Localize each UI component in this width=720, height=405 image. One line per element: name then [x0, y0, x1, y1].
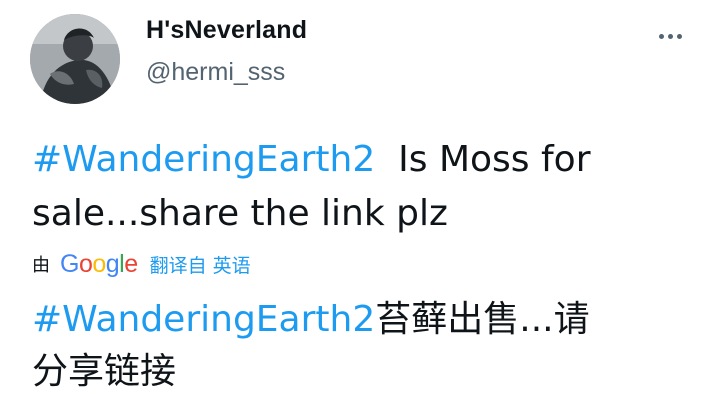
more-options-button[interactable] [650, 24, 690, 48]
more-dots-icon [667, 33, 673, 39]
translated-text: 苔藓出售...请 [375, 299, 590, 340]
user-handle[interactable]: @hermi_sss [146, 58, 285, 87]
translated-text-line-1: #WanderingEarth2苔藓出售...请 [32, 298, 590, 342]
translated-hashtag-link[interactable]: #WanderingEarth2 [32, 299, 375, 340]
tweet-text-line-1: #WanderingEarth2 Is Moss for [32, 138, 591, 182]
tweet-text: Is Moss for [375, 139, 591, 180]
tweet-text-line-2: sale...share the link plz [32, 193, 448, 234]
translation-attribution: 由 Google 翻译自 英语 [32, 248, 251, 280]
avatar-photo [30, 14, 120, 104]
translated-text-line-2: 分享链接 [32, 351, 177, 392]
by-label: 由 [32, 255, 50, 276]
translated-from-english-link[interactable]: 翻译自 英语 [150, 251, 251, 278]
hashtag-link[interactable]: #WanderingEarth2 [32, 139, 375, 180]
display-name[interactable]: H'sNeverland [146, 16, 307, 45]
avatar[interactable] [30, 14, 120, 104]
google-logo: Google [60, 249, 138, 278]
tweet-card[interactable]: H'sNeverland @hermi_sss #WanderingEarth2… [0, 0, 720, 405]
more-dots-icon [658, 33, 664, 39]
more-dots-icon [676, 33, 682, 39]
